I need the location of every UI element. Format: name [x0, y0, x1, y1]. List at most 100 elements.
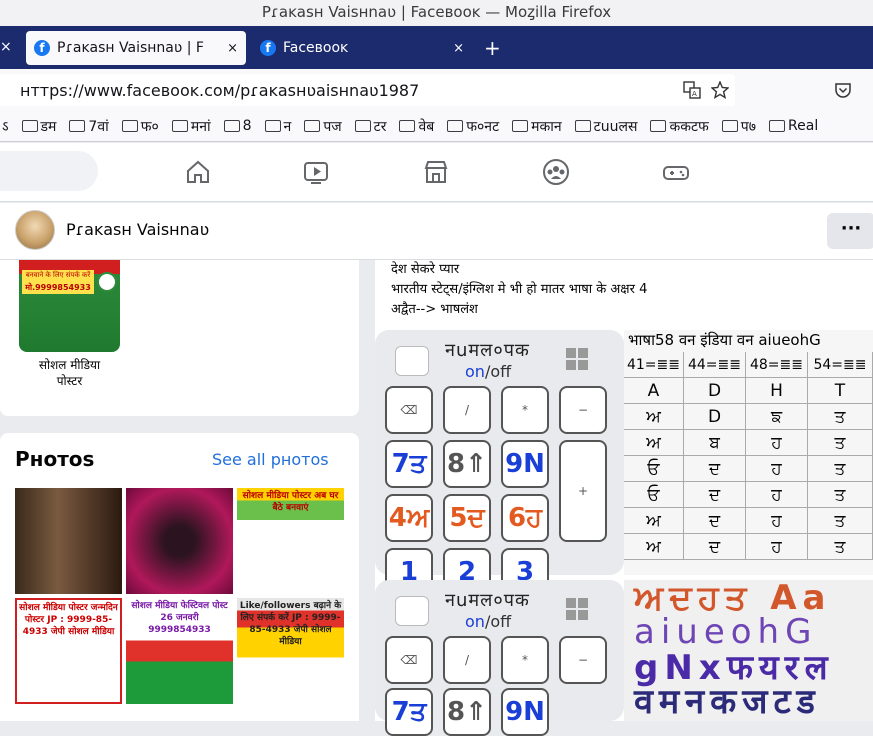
letter-table-row: ADHT: [624, 378, 873, 404]
featured-card: बनवाने के लिए संपर्क करें मो.9999854933 …: [0, 260, 359, 416]
photo-tile[interactable]: [126, 488, 233, 594]
keyboard-key: 7ਤ: [385, 440, 433, 488]
letter-table-row: ਅDਙਤ: [624, 404, 873, 430]
post-image-letter-table[interactable]: भाषा58 वन इंडिया वन aiueohG 41=≣≣ 44=≣≣ 48…: [624, 330, 873, 575]
keyboard-key: 7ਤ: [385, 688, 433, 736]
featured-label[interactable]: सोशल मीडिया पोस्टर: [19, 357, 120, 389]
letter-table-cell: ਬ: [684, 430, 746, 456]
bookmarks-toolbar: ऽ डम 7वां फ० मनां 8 न पज टर वेब फ०नट मका…: [0, 111, 873, 142]
folder-icon: [223, 120, 240, 132]
post-image-keyboard[interactable]: नuमल०पक on/off ⌫ / * − 7ਤ 8⇑ 9N + 4ਅ 5ਦ …: [375, 330, 624, 596]
photo-tile[interactable]: सोशल मीडिया पोस्टर अब घर बैठे बनवाएं: [237, 488, 344, 594]
bookmark-item[interactable]: ऽ: [2, 117, 9, 136]
translate-icon[interactable]: A: [683, 81, 701, 99]
bookmark-folder[interactable]: 8: [223, 118, 252, 134]
bookmark-folder[interactable]: फ०: [121, 117, 159, 136]
groups-icon[interactable]: [542, 158, 570, 186]
url-text[interactable]: нттpѕ://www.faϲeвooĸ.ϲoм/pɾaĸaѕнʋaiѕнnaʋ…: [20, 81, 419, 100]
photos-title: Pнoтoѕ: [15, 447, 95, 471]
bookmark-star-icon[interactable]: [711, 81, 729, 99]
keyboard-key: *: [501, 636, 549, 684]
bookmark-folder[interactable]: टर: [354, 117, 386, 136]
folder-icon: [512, 120, 529, 132]
photos-card: Pнoтoѕ See all pнoтoѕ सोशल मीडिया पोस्टर…: [0, 433, 359, 721]
windows-icon: [566, 598, 588, 620]
post-panel: देश सेकरे प्यार भारतीय स्टेट्स/इंग्लिश म…: [375, 260, 873, 736]
bookmark-folder[interactable]: मकान: [512, 117, 562, 136]
letter-table-cell: ਙ: [746, 404, 808, 430]
letter-table-cell: ਅ: [624, 430, 684, 456]
new-tab-button[interactable]: +: [484, 36, 501, 60]
windows-icon: [566, 348, 588, 370]
profile-name[interactable]: Pɾaĸaѕн Vaiѕнnaʋ: [66, 220, 209, 239]
photo-tile[interactable]: सोशल मीडिया फेस्टिवल पोस्ट 26 जनवरी 9999…: [126, 598, 233, 704]
marketplace-icon[interactable]: [422, 158, 450, 186]
keyboard-key: 5ਦ: [443, 494, 491, 542]
letter-table-cell: ਤ: [808, 508, 873, 534]
bookmark-folder[interactable]: 7वां: [69, 117, 109, 136]
letter-table-row: 41=≣≣ 44=≣≣ 48=≣≣ 54=≣≣: [624, 352, 873, 378]
letter-table-cell: ਹ: [746, 482, 808, 508]
letter-table-cell: ਦ: [684, 534, 746, 560]
tab-title: Pɾaĸaѕн Vaiѕнnaʋ | F: [57, 40, 204, 56]
keyboard-key: 8⇑: [443, 688, 491, 736]
profile-header: Pɾaĸaѕн Vaiѕнnaʋ ···: [0, 203, 873, 260]
folder-icon: [304, 120, 321, 132]
bookmark-folder[interactable]: न: [264, 117, 291, 136]
more-options-button[interactable]: ···: [827, 213, 873, 249]
bookmark-folder[interactable]: फ०नट: [447, 117, 499, 136]
letters-line: ਅਦਹਤ Aa: [634, 580, 832, 618]
tab-close-icon[interactable]: ×: [453, 41, 464, 56]
folder-icon: [121, 120, 138, 132]
bookmark-folder[interactable]: ककटफ: [650, 117, 709, 136]
folder-icon: [399, 120, 416, 132]
poster-phone: मो.9999854933: [22, 282, 94, 293]
tab-profile[interactable]: f Pɾaĸaѕн Vaiѕнnaʋ | F ×: [26, 31, 246, 65]
gaming-icon[interactable]: [662, 158, 690, 186]
photo-tile[interactable]: सोशल मीडिया पोस्टर जन्मदिन पोस्टर JP : 9…: [15, 598, 122, 704]
url-bar[interactable]: нттpѕ://www.faϲeвooĸ.ϲoм/pɾaĸaѕнʋaiѕнnaʋ…: [0, 74, 735, 106]
folder-icon: [264, 120, 281, 132]
post-image-keyboard-2[interactable]: नuमल०पक on/off ⌫ / * − 7ਤ 8⇑ 9N: [375, 580, 624, 736]
letter-table-cell: ਤ: [808, 404, 873, 430]
folder-icon: [721, 120, 738, 132]
bookmark-folder[interactable]: टuuलस: [574, 117, 637, 136]
tab-close-icon[interactable]: ×: [0, 39, 12, 55]
letter-table-cell: T: [808, 378, 873, 404]
letter-table-cell: ਹ: [746, 534, 808, 560]
letters-line: gNxफयरल: [634, 648, 834, 688]
photo-grid: सोशल मीडिया पोस्टर अब घर बैठे बनवाएं सोश…: [15, 488, 344, 704]
letter-table-cell: A: [624, 378, 684, 404]
tab-facebook[interactable]: f Faϲeвooĸ ×: [252, 31, 472, 65]
keyboard-key: 9N: [501, 688, 549, 736]
letter-table-cell: ਹ: [746, 508, 808, 534]
on-off-label: on/off: [465, 362, 512, 381]
bookmark-folder[interactable]: पज: [304, 117, 342, 136]
bookmark-folder[interactable]: डम: [21, 117, 56, 136]
bookmark-folder[interactable]: वेब: [399, 117, 434, 136]
bookmark-folder[interactable]: मनां: [171, 117, 211, 136]
pocket-icon[interactable]: [834, 81, 852, 99]
see-all-photos-link[interactable]: See all pнoтoѕ: [212, 450, 329, 469]
featured-poster-thumbnail[interactable]: बनवाने के लिए संपर्क करें मो.9999854933: [19, 260, 120, 352]
tab-close-icon[interactable]: ×: [227, 41, 238, 56]
on-off-label: on/off: [465, 612, 512, 631]
photo-tile[interactable]: Like/followers बढ़ाने के लिए संपर्क करें…: [237, 598, 344, 704]
facebook-search-input[interactable]: [0, 151, 98, 191]
post-image-letters[interactable]: ਅਦਹਤ Aa aiueohG gNxफयरल वमनकजटड: [624, 580, 873, 721]
keyboard-key: +: [559, 440, 607, 542]
letter-table-row: ਓਦਹਤ: [624, 482, 873, 508]
folder-icon: [574, 120, 591, 132]
watch-video-icon[interactable]: [302, 158, 330, 186]
letter-table-body: 41=≣≣ 44=≣≣ 48=≣≣ 54=≣≣ A D H T ਅ D ਙ ਤ ਅ ਬ ਹ ਤ ਓ ਦ ਹ ਤ ਓ ਦ ਹ ਤ…: [624, 352, 873, 560]
avatar[interactable]: [15, 210, 55, 250]
bookmark-folder[interactable]: Real: [769, 118, 818, 134]
facebook-top-nav: [0, 143, 873, 202]
keyboard-key: ⌫: [385, 386, 433, 434]
post-text: देश सेकरे प्यार भारतीय स्टेट्स/इंग्लिश म…: [391, 262, 648, 317]
bookmark-folder[interactable]: प७: [721, 117, 756, 136]
photo-tile[interactable]: [15, 488, 122, 594]
home-icon[interactable]: [184, 158, 212, 186]
letter-table-cell: ਅ: [624, 534, 684, 560]
letter-table-cell: ਤ: [808, 534, 873, 560]
